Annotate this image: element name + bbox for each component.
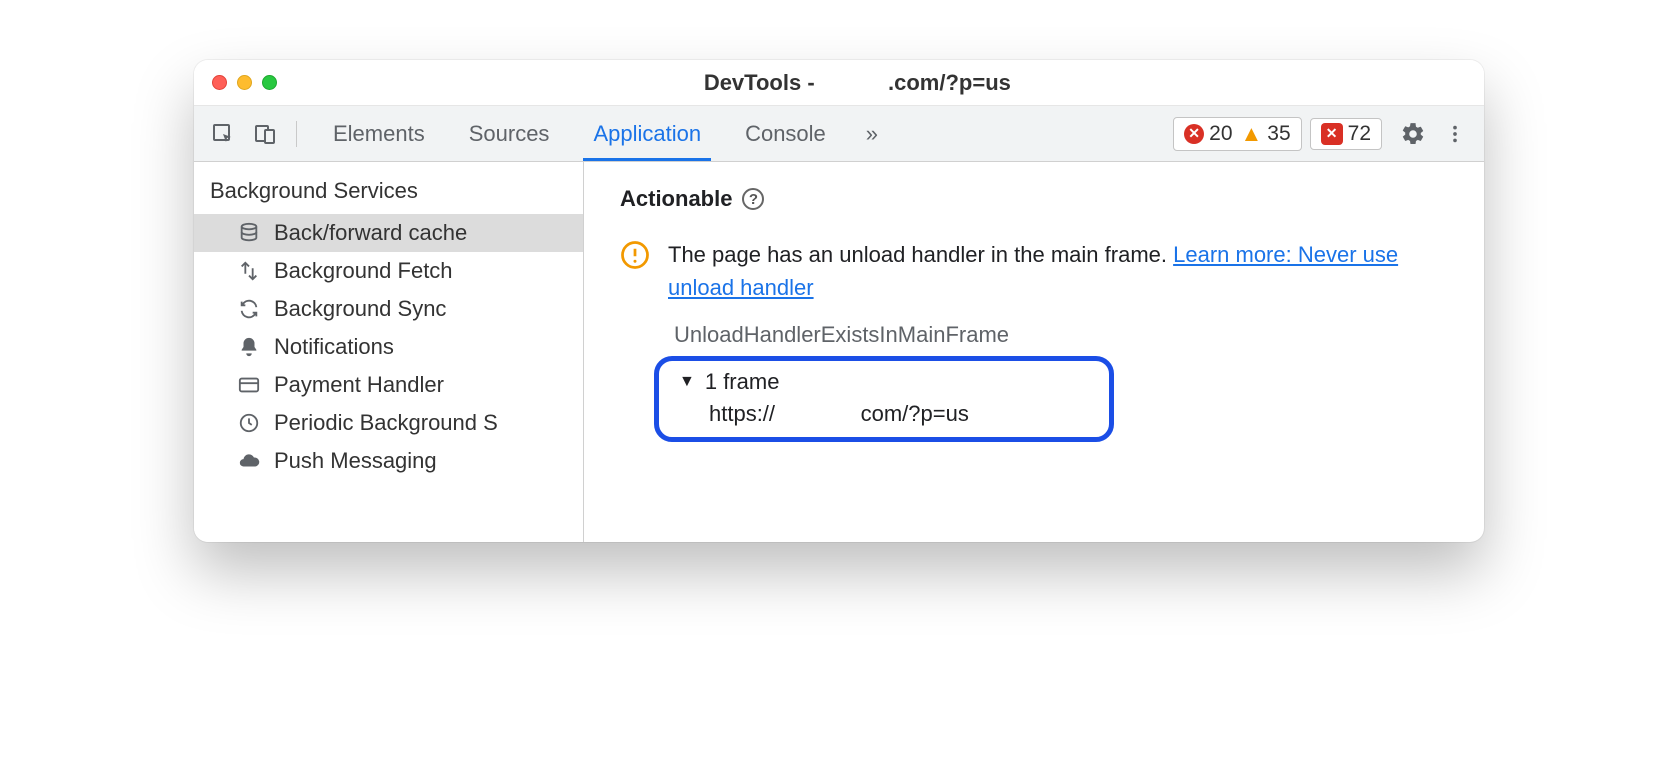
diagnostic-row: The page has an unload handler in the ma… bbox=[620, 238, 1448, 304]
window-title-prefix: DevTools - bbox=[704, 70, 821, 95]
sidebar-item-label: Periodic Background S bbox=[274, 410, 498, 436]
application-sidebar: Background Services Back/forward cache B… bbox=[194, 162, 584, 542]
sidebar-item-push-messaging[interactable]: Push Messaging bbox=[194, 442, 583, 480]
sidebar-item-label: Background Sync bbox=[274, 296, 446, 322]
window-titlebar: DevTools - .com/?p=us bbox=[194, 60, 1484, 106]
window-controls bbox=[212, 75, 277, 90]
frame-url: https:// com/?p=us bbox=[679, 395, 1089, 427]
sidebar-section-title: Background Services bbox=[194, 170, 583, 214]
tab-sources[interactable]: Sources bbox=[447, 106, 572, 161]
warning-count: 35 bbox=[1267, 122, 1290, 146]
zoom-window-button[interactable] bbox=[262, 75, 277, 90]
sync-icon bbox=[236, 298, 262, 320]
settings-button[interactable] bbox=[1396, 117, 1430, 151]
window-title-suffix: .com/?p=us bbox=[888, 70, 1011, 95]
cloud-icon bbox=[236, 450, 262, 472]
close-window-button[interactable] bbox=[212, 75, 227, 90]
sidebar-item-label: Payment Handler bbox=[274, 372, 444, 398]
sidebar-item-payment-handler[interactable]: Payment Handler bbox=[194, 366, 583, 404]
inspect-element-icon[interactable] bbox=[206, 117, 240, 151]
warning-icon: ▲ bbox=[1241, 121, 1263, 147]
issues-count: 72 bbox=[1348, 122, 1371, 146]
frames-highlight-box: ▼ 1 frame https:// com/?p=us bbox=[654, 356, 1114, 442]
tab-label: Console bbox=[745, 121, 826, 147]
devtools-window: DevTools - .com/?p=us Elements Sources A… bbox=[194, 60, 1484, 542]
section-heading: Actionable bbox=[620, 186, 732, 212]
frames-disclosure[interactable]: ▼ 1 frame bbox=[679, 369, 1089, 395]
disclosure-triangle-icon: ▼ bbox=[679, 373, 695, 391]
tab-elements[interactable]: Elements bbox=[311, 106, 447, 161]
diagnostic-message: The page has an unload handler in the ma… bbox=[668, 242, 1173, 267]
clock-icon bbox=[236, 412, 262, 434]
transfer-icon bbox=[236, 260, 262, 282]
more-tabs-glyph: » bbox=[866, 121, 878, 146]
issues-pill[interactable]: ✕ 72 bbox=[1310, 118, 1382, 150]
sidebar-item-label: Background Fetch bbox=[274, 258, 453, 284]
issues-icon: ✕ bbox=[1321, 123, 1343, 145]
section-heading-row: Actionable ? bbox=[620, 186, 1448, 212]
help-icon[interactable]: ? bbox=[742, 188, 764, 210]
frame-url-prefix: https:// bbox=[709, 401, 775, 426]
more-menu-button[interactable] bbox=[1438, 117, 1472, 151]
warning-circle-icon bbox=[620, 240, 650, 276]
error-count: 20 bbox=[1209, 122, 1232, 146]
bfcache-panel: Actionable ? The page has an unload hand… bbox=[584, 162, 1484, 542]
sidebar-item-label: Push Messaging bbox=[274, 448, 437, 474]
sidebar-item-periodic-sync[interactable]: Periodic Background S bbox=[194, 404, 583, 442]
more-tabs-button[interactable]: » bbox=[856, 121, 888, 147]
error-icon: ✕ bbox=[1184, 124, 1204, 144]
frame-url-suffix: com/?p=us bbox=[861, 401, 969, 426]
sidebar-item-bfcache[interactable]: Back/forward cache bbox=[194, 214, 583, 252]
tab-label: Elements bbox=[333, 121, 425, 147]
minimize-window-button[interactable] bbox=[237, 75, 252, 90]
console-status-pill[interactable]: ✕ 20 ▲ 35 bbox=[1173, 117, 1302, 151]
sidebar-item-label: Notifications bbox=[274, 334, 394, 360]
tab-application[interactable]: Application bbox=[571, 106, 723, 161]
bell-icon bbox=[236, 336, 262, 358]
tab-label: Sources bbox=[469, 121, 550, 147]
tab-label: Application bbox=[593, 121, 701, 147]
sidebar-item-background-fetch[interactable]: Background Fetch bbox=[194, 252, 583, 290]
sidebar-item-notifications[interactable]: Notifications bbox=[194, 328, 583, 366]
reason-code: UnloadHandlerExistsInMainFrame bbox=[674, 322, 1448, 348]
panel-body: Background Services Back/forward cache B… bbox=[194, 162, 1484, 542]
sidebar-item-label: Back/forward cache bbox=[274, 220, 467, 246]
device-toggle-icon[interactable] bbox=[248, 117, 282, 151]
toolbar-divider bbox=[296, 121, 297, 147]
frame-count-label: 1 frame bbox=[705, 369, 780, 395]
credit-card-icon bbox=[236, 374, 262, 396]
diagnostic-text: The page has an unload handler in the ma… bbox=[668, 238, 1448, 304]
sidebar-item-background-sync[interactable]: Background Sync bbox=[194, 290, 583, 328]
database-icon bbox=[236, 222, 262, 244]
